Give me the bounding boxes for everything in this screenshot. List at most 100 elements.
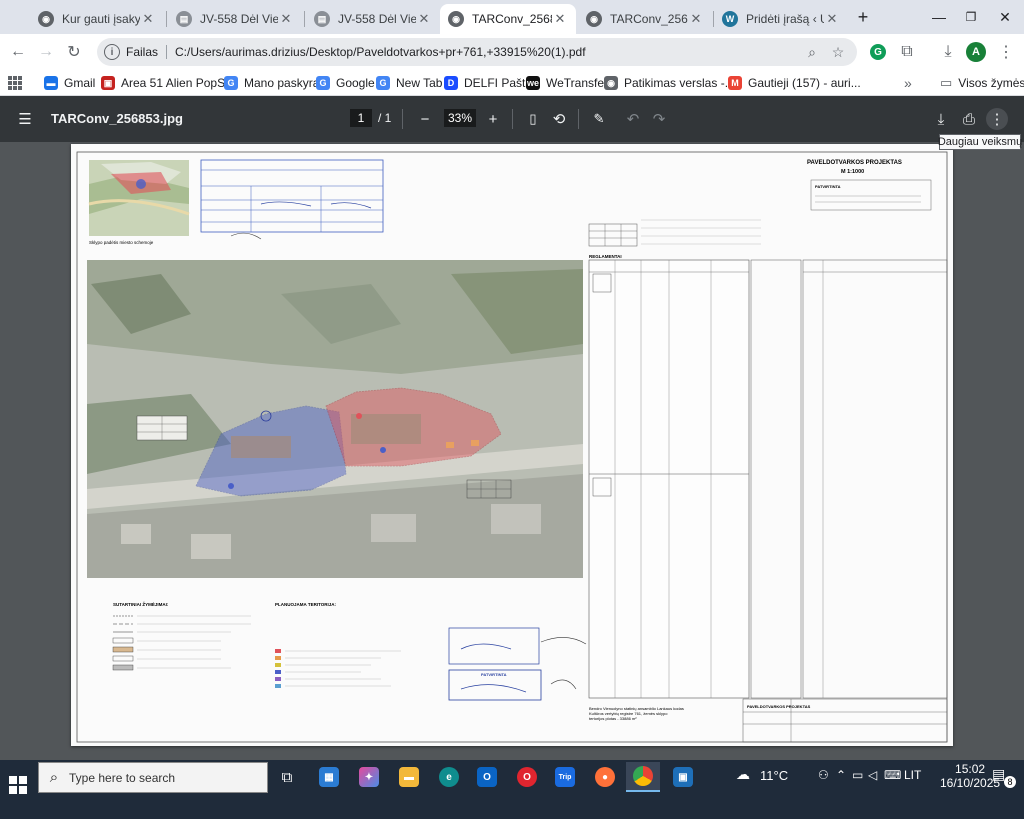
sidebar-menu-icon[interactable]: ☰ (14, 108, 36, 130)
bookmark-patikimas[interactable]: ◉ Patikimas verslas -... (604, 73, 735, 93)
download-icon[interactable]: ⤓ (930, 108, 952, 130)
apps-icon[interactable] (8, 73, 22, 93)
tab-title: JV-558 Dėl Vienuol (200, 12, 278, 26)
pdf-icon: ▤ (176, 11, 192, 27)
weather-icon[interactable]: ☁ (736, 766, 750, 783)
reload-button[interactable]: ↻ (62, 40, 86, 64)
close-window-button[interactable]: ✕ (990, 6, 1020, 28)
bookmarks-bar: ▬ Gmail ▣ Area 51 Alien PopS... G Mano pask… (0, 70, 1024, 96)
outlook-icon[interactable]: O (470, 762, 504, 792)
search-placeholder: Type here to search (69, 770, 176, 785)
info-icon[interactable]: i (104, 44, 120, 60)
gmail-icon: ▬ (44, 76, 58, 90)
new-tab-button[interactable]: + (848, 6, 878, 28)
tray-chevron-icon[interactable]: ⌃ (836, 768, 846, 782)
bookmark-area51[interactable]: ▣ Area 51 Alien PopS... (101, 73, 235, 93)
footer-org: PAVELDOTVARKOS PROJEKTAS (747, 704, 811, 709)
bookmark-gautieji[interactable]: M Gautieji (157) - auri... (728, 73, 861, 93)
bookmark-wetransfer[interactable]: we WeTransfer (526, 73, 608, 93)
bookmark-gmail[interactable]: ▬ Gmail (44, 73, 95, 93)
address-bar[interactable]: i Failas C:/Users/aurimas.drizius/Deskto… (97, 38, 857, 66)
tab-kur-gauti[interactable]: ◉ Kur gauti įsakymą ✕ (30, 4, 164, 34)
page-total: / 1 (378, 111, 392, 125)
doc-title: PAVELDOTVARKOS PROJEKTAS (807, 160, 902, 166)
language-indicator[interactable]: LIT (904, 768, 921, 782)
more-actions-icon[interactable]: ⋮ (986, 108, 1008, 130)
tab-tarconv-2[interactable]: ◉ TARConv_256853.j ✕ (578, 4, 712, 34)
tab-jv558-2[interactable]: ▤ JV-558 Dėl Vienuol ✕ (306, 4, 440, 34)
people-icon[interactable]: ⚇ (818, 768, 829, 782)
volume-icon[interactable]: ◁ (868, 768, 877, 782)
bottom-legend (112, 615, 251, 671)
tab-jv558-1[interactable]: ▤ JV-558 Dėl Vienuol ✕ (168, 4, 302, 34)
restore-button[interactable]: ❐ (956, 6, 986, 28)
tab-wordpress[interactable]: W Pridėti įrašą ‹ Uzdr ✕ (714, 4, 848, 34)
pdf-title: TARConv_256853.jpg (51, 111, 183, 126)
tab-tarconv-active[interactable]: ◉ TARConv_256853. ✕ (440, 4, 576, 34)
forward-button[interactable]: → (34, 40, 58, 64)
zoom-input[interactable]: 33% (444, 109, 476, 127)
undo-icon[interactable]: ↶ (622, 108, 644, 130)
zoom-in-button[interactable]: + (482, 108, 504, 130)
zoom-icon[interactable]: ⌕ (803, 43, 821, 61)
map-caption: Sklypo padėtis miesto schemoje (89, 240, 154, 245)
keyboard-icon[interactable]: ⌨ (884, 768, 901, 782)
taskbar-search[interactable]: ⌕ Type here to search (38, 762, 268, 793)
globe-icon: ◉ (38, 11, 54, 27)
wordpress-icon: W (722, 11, 738, 27)
google-icon: G (376, 76, 390, 90)
weather-temp[interactable]: 11°C (760, 768, 788, 783)
redo-icon[interactable]: ↷ (648, 108, 670, 130)
copilot-icon[interactable]: ✦ (352, 762, 386, 792)
edge-icon[interactable]: e (432, 762, 466, 792)
globe-icon: ◉ (604, 76, 618, 90)
download-icon[interactable]: ⤓ (936, 40, 960, 64)
opera-icon[interactable]: O (510, 762, 544, 792)
microsoft-store-icon[interactable]: ▦ (312, 762, 346, 792)
close-icon[interactable]: ✕ (688, 11, 704, 27)
doc-scale: M 1:1000 (841, 169, 864, 175)
extension-g-icon[interactable]: G (866, 40, 890, 64)
globe-icon: ◉ (586, 11, 602, 27)
profile-avatar[interactable]: A (964, 40, 988, 64)
windows-start-button[interactable] (9, 776, 27, 794)
annotate-icon[interactable]: ✎ (588, 108, 610, 130)
menu-icon[interactable]: ⋮ (994, 40, 1018, 64)
photos-icon[interactable]: ▣ (666, 762, 700, 792)
bookmark-new-tab[interactable]: G New Tab (376, 73, 442, 93)
close-icon[interactable]: ✕ (824, 11, 840, 27)
more-bookmarks-icon[interactable]: » (904, 73, 912, 93)
close-icon[interactable]: ✕ (416, 11, 432, 27)
bookmark-folder-all[interactable]: ▭ Visos žymės (940, 73, 1024, 93)
info-table (200, 159, 384, 240)
task-view-icon[interactable]: ⧉ (270, 762, 304, 792)
trip-icon[interactable]: Trip (548, 762, 582, 792)
chrome-icon[interactable] (626, 762, 660, 792)
url-text[interactable]: C:/Users/aurimas.drizius/Desktop/Paveldo… (175, 45, 586, 59)
print-icon[interactable]: ⎙ (958, 108, 980, 130)
pdf-viewer[interactable]: Sklypo padėtis miesto schemoje PAVELDOTV… (0, 142, 1024, 760)
fit-page-icon[interactable]: ▯ (522, 108, 544, 130)
firefox-icon[interactable]: ● (588, 762, 622, 792)
file-explorer-icon[interactable]: ▬ (392, 762, 426, 792)
bookmark-delfi[interactable]: D DELFI Paštas (444, 73, 538, 93)
page-number-input[interactable]: 1 (350, 109, 372, 127)
close-icon[interactable]: ✕ (552, 11, 568, 27)
more-actions-tooltip: Daugiau veiksmų (937, 134, 1023, 150)
close-icon[interactable]: ✕ (278, 11, 294, 27)
pdf-icon: ▤ (314, 11, 330, 27)
browser-toolbar: ← → ↻ i Failas C:/Users/aurimas.drizius/… (0, 34, 1024, 70)
close-icon[interactable]: ✕ (140, 11, 156, 27)
bookmark-google[interactable]: G Google (316, 73, 375, 93)
zoom-out-button[interactable]: − (414, 108, 436, 130)
extensions-icon[interactable]: ⧉ (895, 40, 919, 64)
tab-strip: ◉ Kur gauti įsakymą ✕ ▤ JV-558 Dėl Vienu… (0, 0, 1024, 34)
minimize-button[interactable]: — (924, 6, 954, 28)
rotate-icon[interactable]: ⟲ (548, 108, 570, 130)
network-icon[interactable]: ▭ (852, 768, 863, 782)
back-button[interactable]: ← (6, 40, 30, 64)
globe-icon: ◉ (448, 11, 464, 27)
bookmark-mano-paskyra[interactable]: G Mano paskyra (224, 73, 319, 93)
bookmark-star-icon[interactable]: ☆ (829, 43, 847, 61)
delfi-icon: D (444, 76, 458, 90)
